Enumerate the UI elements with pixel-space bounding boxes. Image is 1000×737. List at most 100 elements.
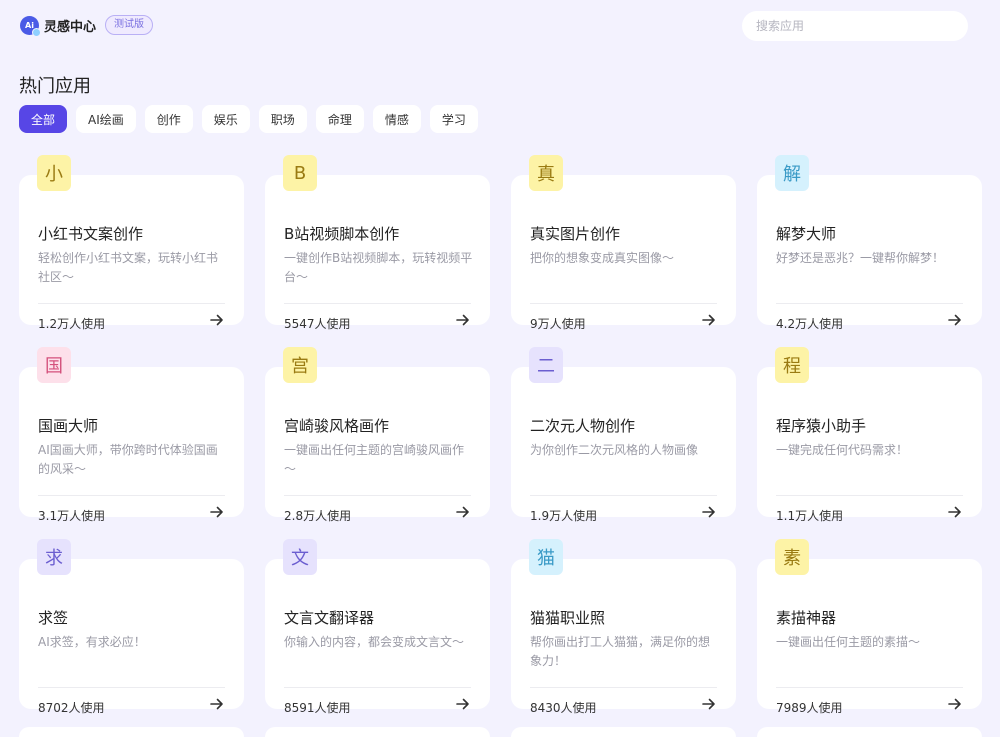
card-divider — [38, 303, 225, 304]
usage-count: 9万人使用 — [530, 317, 586, 331]
app-description: 一键创作B站视频脚本，玩转视频平台～ — [284, 251, 473, 284]
app-icon: 国 — [37, 347, 71, 383]
card-divider — [776, 687, 963, 688]
app-card[interactable]: 宫崎骏风格画作 一键画出任何主题的宫崎骏风画作～ 2.8万人使用 宫 — [265, 347, 490, 523]
arrow-right-icon[interactable] — [947, 696, 963, 712]
app-title: 国画大师 — [38, 417, 99, 435]
arrow-right-icon[interactable] — [209, 504, 225, 520]
tab-7[interactable]: 学习 — [429, 105, 478, 133]
app-card-body[interactable]: 猫猫职业照 帮你画出打工人猫猫，满足你的想象力！ 8430人使用 — [511, 559, 736, 715]
ai-logo-icon: Ai — [20, 15, 41, 37]
app-title: 文言文翻译器 — [284, 609, 375, 627]
app-card-body[interactable]: 二次元人物创作 为你创作二次元风格的人物画像 1.9万人使用 — [511, 367, 736, 523]
tab-0[interactable]: 全部 — [19, 105, 68, 133]
app-card-body[interactable]: 小红书文案创作 轻松创作小红书文案，玩转小红书社区～ 1.2万人使用 — [19, 175, 244, 331]
arrow-right-icon[interactable] — [701, 696, 717, 712]
card-divider — [38, 495, 225, 496]
arrow-right-icon[interactable] — [455, 504, 471, 520]
app-description: AI国画大师，带你跨时代体验国画的风采～ — [38, 443, 218, 476]
tab-6[interactable]: 情感 — [372, 105, 421, 133]
app-icon: 素 — [775, 539, 809, 575]
app-description: 好梦还是恶兆？一键帮你解梦！ — [776, 251, 945, 265]
card-divider — [38, 687, 225, 688]
card-divider — [530, 303, 717, 304]
app-title: 程序猿小助手 — [776, 417, 867, 435]
usage-count: 1.9万人使用 — [530, 509, 598, 523]
app-description: AI求签，有求必应！ — [38, 635, 146, 649]
app-description: 一键画出任何主题的素描～ — [776, 635, 921, 649]
arrow-right-icon[interactable] — [701, 504, 717, 520]
usage-count: 5547人使用 — [284, 317, 351, 331]
app-title: 求签 — [38, 609, 69, 627]
card-divider — [284, 303, 471, 304]
arrow-right-icon[interactable] — [701, 312, 717, 328]
next-row-card-peek — [265, 727, 490, 737]
usage-count: 1.1万人使用 — [776, 509, 844, 523]
app-card[interactable]: 解梦大师 好梦还是恶兆？一键帮你解梦！ 4.2万人使用 解 — [757, 155, 982, 331]
app-card-body[interactable]: 真实图片创作把你的想象变成真实图像～ 9万人使用 — [511, 175, 736, 331]
tab-2[interactable]: 创作 — [144, 105, 193, 133]
app-title: 猫猫职业照 — [530, 609, 606, 627]
card-divider — [776, 495, 963, 496]
app-description: 一键画出任何主题的宫崎骏风画作～ — [284, 443, 465, 476]
arrow-right-icon[interactable] — [209, 696, 225, 712]
section-title: 热门应用 — [19, 76, 91, 97]
arrow-right-icon[interactable] — [455, 696, 471, 712]
usage-count: 8702人使用 — [38, 701, 105, 715]
app-description: 把你的想象变成真实图像～ — [530, 251, 675, 265]
app-card-body[interactable]: 宫崎骏风格画作一键画出任何主题的宫崎骏风画作～ 2.8万人使用 — [265, 367, 490, 523]
app-grid: 小红书文案创作 轻松创作小红书文案，玩转小红书社区～ 1.2万人使用 小 B站视频脚本创… — [19, 155, 982, 715]
usage-count: 3.1万人使用 — [38, 509, 106, 523]
usage-count: 2.8万人使用 — [284, 509, 352, 523]
app-card[interactable]: 真实图片创作 把你的想象变成真实图像～ 9万人使用 真 — [511, 155, 736, 331]
app-card[interactable]: 素描神器一键画出任何主题的素描～ 7989人使用 素 — [757, 539, 982, 715]
app-title: 真实图片创作 — [530, 225, 621, 243]
card-divider — [284, 495, 471, 496]
app-title: 小红书文案创作 — [38, 225, 144, 243]
arrow-right-icon[interactable] — [947, 504, 963, 520]
app-card-body[interactable]: 程序猿小助手一键完成任何代码需求！ 1.1万人使用 — [757, 367, 982, 523]
tab-4[interactable]: 职场 — [258, 105, 307, 133]
app-icon: 小 — [37, 155, 71, 191]
app-card[interactable]: 小红书文案创作 轻松创作小红书文案，玩转小红书社区～ 1.2万人使用 小 — [19, 155, 244, 331]
app-title: 素描神器 — [776, 609, 837, 627]
next-row-card-peek — [511, 727, 736, 737]
usage-count: 7989人使用 — [776, 701, 843, 715]
next-row-card-peek — [19, 727, 244, 737]
arrow-right-icon[interactable] — [209, 312, 225, 328]
app-card[interactable]: 国画大师 AI国画大师，带你跨时代体验国画的风采～ 3.1万人使用 国 — [19, 347, 244, 523]
top-bar: Ai 灵感中心 测试版 — [0, 0, 1000, 52]
app-card-body[interactable]: 求签 AI求签，有求必应！ 8702人使用 — [19, 559, 244, 715]
card-divider — [530, 495, 717, 496]
app-title: 解梦大师 — [776, 225, 837, 243]
usage-count: 4.2万人使用 — [776, 317, 844, 331]
tab-5[interactable]: 命理 — [315, 105, 364, 133]
app-card[interactable]: B站视频脚本创作一键创作B站视频脚本，玩转视频平台～ 5547人使用 B — [265, 155, 490, 331]
app-icon: B — [283, 155, 317, 191]
app-card[interactable]: 程序猿小助手 一键完成任何代码需求！ 1.1万人使用 程 — [757, 347, 982, 523]
app-card-body[interactable]: 国画大师 AI国画大师，带你跨时代体验国画的风采～ 3.1万人使用 — [19, 367, 244, 523]
tab-1[interactable]: AI绘画 — [76, 105, 136, 133]
app-title: 宫崎骏风格画作 — [284, 417, 390, 435]
app-card-body[interactable]: 素描神器一键画出任何主题的素描～ 7989人使用 — [757, 559, 982, 715]
app-title: B站视频脚本创作 — [284, 225, 400, 243]
app-card[interactable]: 猫猫职业照 帮你画出打工人猫猫，满足你的想象力！ 8430人使用 猫 — [511, 539, 736, 715]
app-description: 你输入的内容，都会变成文言文～ — [284, 635, 465, 649]
app-card[interactable]: 求签 AI求签，有求必应！ 8702人使用 求 — [19, 539, 244, 715]
app-card-body[interactable]: B站视频脚本创作一键创作B站视频脚本，玩转视频平台～ 5547人使用 — [265, 175, 490, 331]
app-card-body[interactable]: 解梦大师好梦还是恶兆？一键帮你解梦！ 4.2万人使用 — [757, 175, 982, 331]
app-description: 一键完成任何代码需求！ — [776, 443, 909, 457]
app-logo[interactable]: Ai 灵感中心 测试版 — [20, 15, 154, 37]
arrow-right-icon[interactable] — [455, 312, 471, 328]
app-card[interactable]: 文言文翻译器 你输入的内容，都会变成文言文～ 8591人使用 文 — [265, 539, 490, 715]
app-name: 灵感中心 — [44, 19, 97, 35]
app-card[interactable]: 二次元人物创作 为你创作二次元风格的人物画像 1.9万人使用 二 — [511, 347, 736, 523]
app-description: 为你创作二次元风格的人物画像 — [530, 443, 699, 457]
tab-3[interactable]: 娱乐 — [201, 105, 250, 133]
arrow-right-icon[interactable] — [947, 312, 963, 328]
app-card-body[interactable]: 文言文翻译器 你输入的内容，都会变成文言文～ 8591人使用 — [265, 559, 490, 715]
search-input[interactable] — [742, 11, 968, 41]
app-icon: 求 — [37, 539, 71, 575]
card-divider — [776, 303, 963, 304]
card-divider — [530, 687, 717, 688]
